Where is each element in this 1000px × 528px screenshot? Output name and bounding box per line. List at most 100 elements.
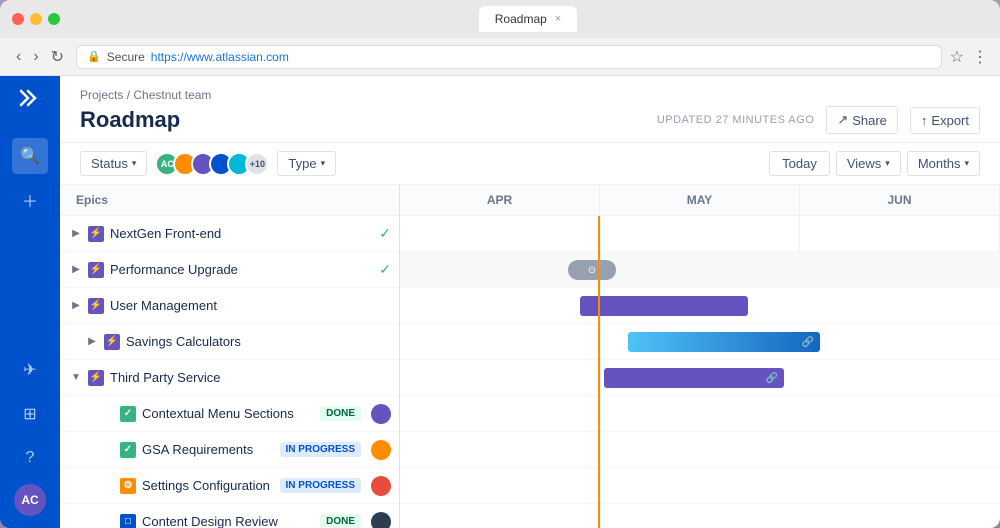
expand-icon: ▶: [84, 334, 100, 350]
gantt-row: [400, 396, 1000, 432]
gantt-row: [400, 288, 1000, 324]
today-button[interactable]: Today: [769, 151, 830, 176]
titlebar-center: Roadmap ×: [68, 6, 988, 32]
toolbar-right: Today Views ▾ Months ▾: [769, 151, 980, 176]
sidebar-bottom: ✈ ⊞ ? AC: [12, 352, 48, 516]
addr-actions: ☆ ⋮: [950, 47, 988, 67]
epic-label: Content Design Review: [142, 514, 320, 528]
share-button[interactable]: ↗ Share: [826, 106, 898, 134]
epic-label: Contextual Menu Sections: [142, 406, 320, 421]
gantt-row: ⊙: [400, 252, 1000, 288]
sidebar-item-help[interactable]: ?: [12, 440, 48, 476]
epic-label: Third Party Service: [110, 370, 391, 385]
main-content: Projects / Chestnut team Roadmap UPDATED…: [60, 76, 1000, 528]
nav-buttons: ‹ › ↻: [12, 45, 68, 69]
export-icon: ↑: [921, 113, 928, 128]
check-icon: ✓: [379, 225, 391, 242]
address-bar[interactable]: 🔒 Secure https://www.atlassian.com: [76, 45, 942, 69]
assignee-avatar: [371, 404, 391, 424]
sidebar: 🔍 ＋ ✈ ⊞ ? AC: [0, 76, 60, 528]
list-item[interactable]: ⚙ Settings Configuration IN PROGRESS: [60, 468, 399, 504]
epic-icon-purple: ⚡: [88, 262, 104, 278]
expand-icon: [100, 406, 116, 422]
header-row: Roadmap UPDATED 27 MINUTES AGO ↗ Share ↑…: [80, 106, 980, 134]
back-button[interactable]: ‹: [12, 45, 25, 69]
minimize-button[interactable]: [30, 13, 42, 25]
views-chevron: ▾: [885, 158, 890, 169]
list-item[interactable]: ▶ ⚡ Performance Upgrade ✓: [60, 252, 399, 288]
status-chevron: ▾: [132, 158, 137, 169]
epics-panel: Epics ▶ ⚡ NextGen Front-end ✓ ▶ ⚡ Perfor…: [60, 185, 400, 528]
epic-label: GSA Requirements: [142, 442, 280, 457]
epic-icon-purple: ⚡: [104, 334, 120, 350]
epic-label: User Management: [110, 298, 391, 313]
sidebar-item-grid[interactable]: ⊞: [12, 396, 48, 432]
tab-close-icon[interactable]: ×: [555, 13, 561, 25]
maximize-button[interactable]: [48, 13, 60, 25]
type-chevron: ▾: [321, 158, 326, 169]
breadcrumb: Projects / Chestnut team: [80, 88, 980, 102]
month-jun: JUN: [800, 185, 1000, 215]
titlebar: Roadmap ×: [0, 0, 1000, 38]
sidebar-item-search[interactable]: 🔍: [12, 138, 48, 174]
export-button[interactable]: ↑ Export: [910, 107, 980, 134]
status-filter[interactable]: Status ▾: [80, 151, 147, 176]
gantt-row: [400, 432, 1000, 468]
more-button[interactable]: ⋮: [972, 47, 988, 67]
url-text: https://www.atlassian.com: [151, 50, 289, 64]
views-label: Views: [847, 156, 881, 171]
expand-icon: ▶: [68, 298, 84, 314]
header-actions: UPDATED 27 MINUTES AGO ↗ Share ↑ Export: [657, 106, 980, 134]
list-item[interactable]: ✓ GSA Requirements IN PROGRESS: [60, 432, 399, 468]
months-label: Months: [918, 156, 961, 171]
breadcrumb-team: Chestnut team: [133, 88, 211, 102]
gantt-row: 🔗: [400, 324, 1000, 360]
list-item[interactable]: ▶ ⚡ Savings Calculators: [60, 324, 399, 360]
list-item[interactable]: ✓ Contextual Menu Sections DONE: [60, 396, 399, 432]
bookmark-button[interactable]: ☆: [950, 47, 964, 67]
gantt-header: APR MAY JUN: [400, 185, 1000, 216]
month-apr: APR: [400, 185, 600, 215]
refresh-button[interactable]: ↻: [47, 45, 68, 69]
user-avatar[interactable]: AC: [14, 484, 46, 516]
more-avatars-badge[interactable]: +10: [245, 152, 269, 176]
list-item[interactable]: ▶ ⚡ NextGen Front-end ✓: [60, 216, 399, 252]
share-icon: ↗: [837, 112, 848, 128]
epic-label: Performance Upgrade: [110, 262, 379, 277]
epics-header: Epics: [60, 185, 399, 216]
epic-icon-purple: ⚡: [88, 298, 104, 314]
traffic-lights: [12, 13, 60, 25]
forward-button[interactable]: ›: [29, 45, 42, 69]
month-may: MAY: [600, 185, 800, 215]
page-header: Projects / Chestnut team Roadmap UPDATED…: [60, 76, 1000, 143]
type-filter[interactable]: Type ▾: [277, 151, 336, 176]
list-item[interactable]: ▶ ⚡ User Management: [60, 288, 399, 324]
months-button[interactable]: Months ▾: [907, 151, 980, 176]
expand-icon: [100, 442, 116, 458]
close-button[interactable]: [12, 13, 24, 25]
secure-icon: 🔒: [87, 50, 101, 63]
breadcrumb-projects[interactable]: Projects: [80, 88, 123, 102]
list-item[interactable]: □ Content Design Review DONE: [60, 504, 399, 528]
epic-icon-orange: ⚙: [120, 478, 136, 494]
gantt-row: [400, 504, 1000, 528]
check-icon: ✓: [379, 261, 391, 278]
assignee-avatar: [371, 512, 391, 528]
expand-icon: [100, 514, 116, 528]
gantt-rows: ⊙ 🔗: [400, 216, 1000, 528]
list-item[interactable]: ▼ ⚡ Third Party Service: [60, 360, 399, 396]
browser-tab[interactable]: Roadmap ×: [479, 6, 577, 32]
epic-label: Savings Calculators: [126, 334, 391, 349]
views-button[interactable]: Views ▾: [836, 151, 901, 176]
sidebar-item-send[interactable]: ✈: [12, 352, 48, 388]
sidebar-item-add[interactable]: ＋: [12, 182, 48, 218]
months-chevron: ▾: [964, 158, 969, 169]
epic-icon-purple: ⚡: [88, 370, 104, 386]
breadcrumb-separator: /: [127, 88, 130, 102]
expand-icon: ▶: [68, 226, 84, 242]
export-label: Export: [931, 113, 969, 128]
gantt-row: [400, 216, 1000, 252]
status-badge: IN PROGRESS: [280, 478, 361, 493]
status-badge: IN PROGRESS: [280, 442, 361, 457]
epic-icon-green: ✓: [120, 406, 136, 422]
